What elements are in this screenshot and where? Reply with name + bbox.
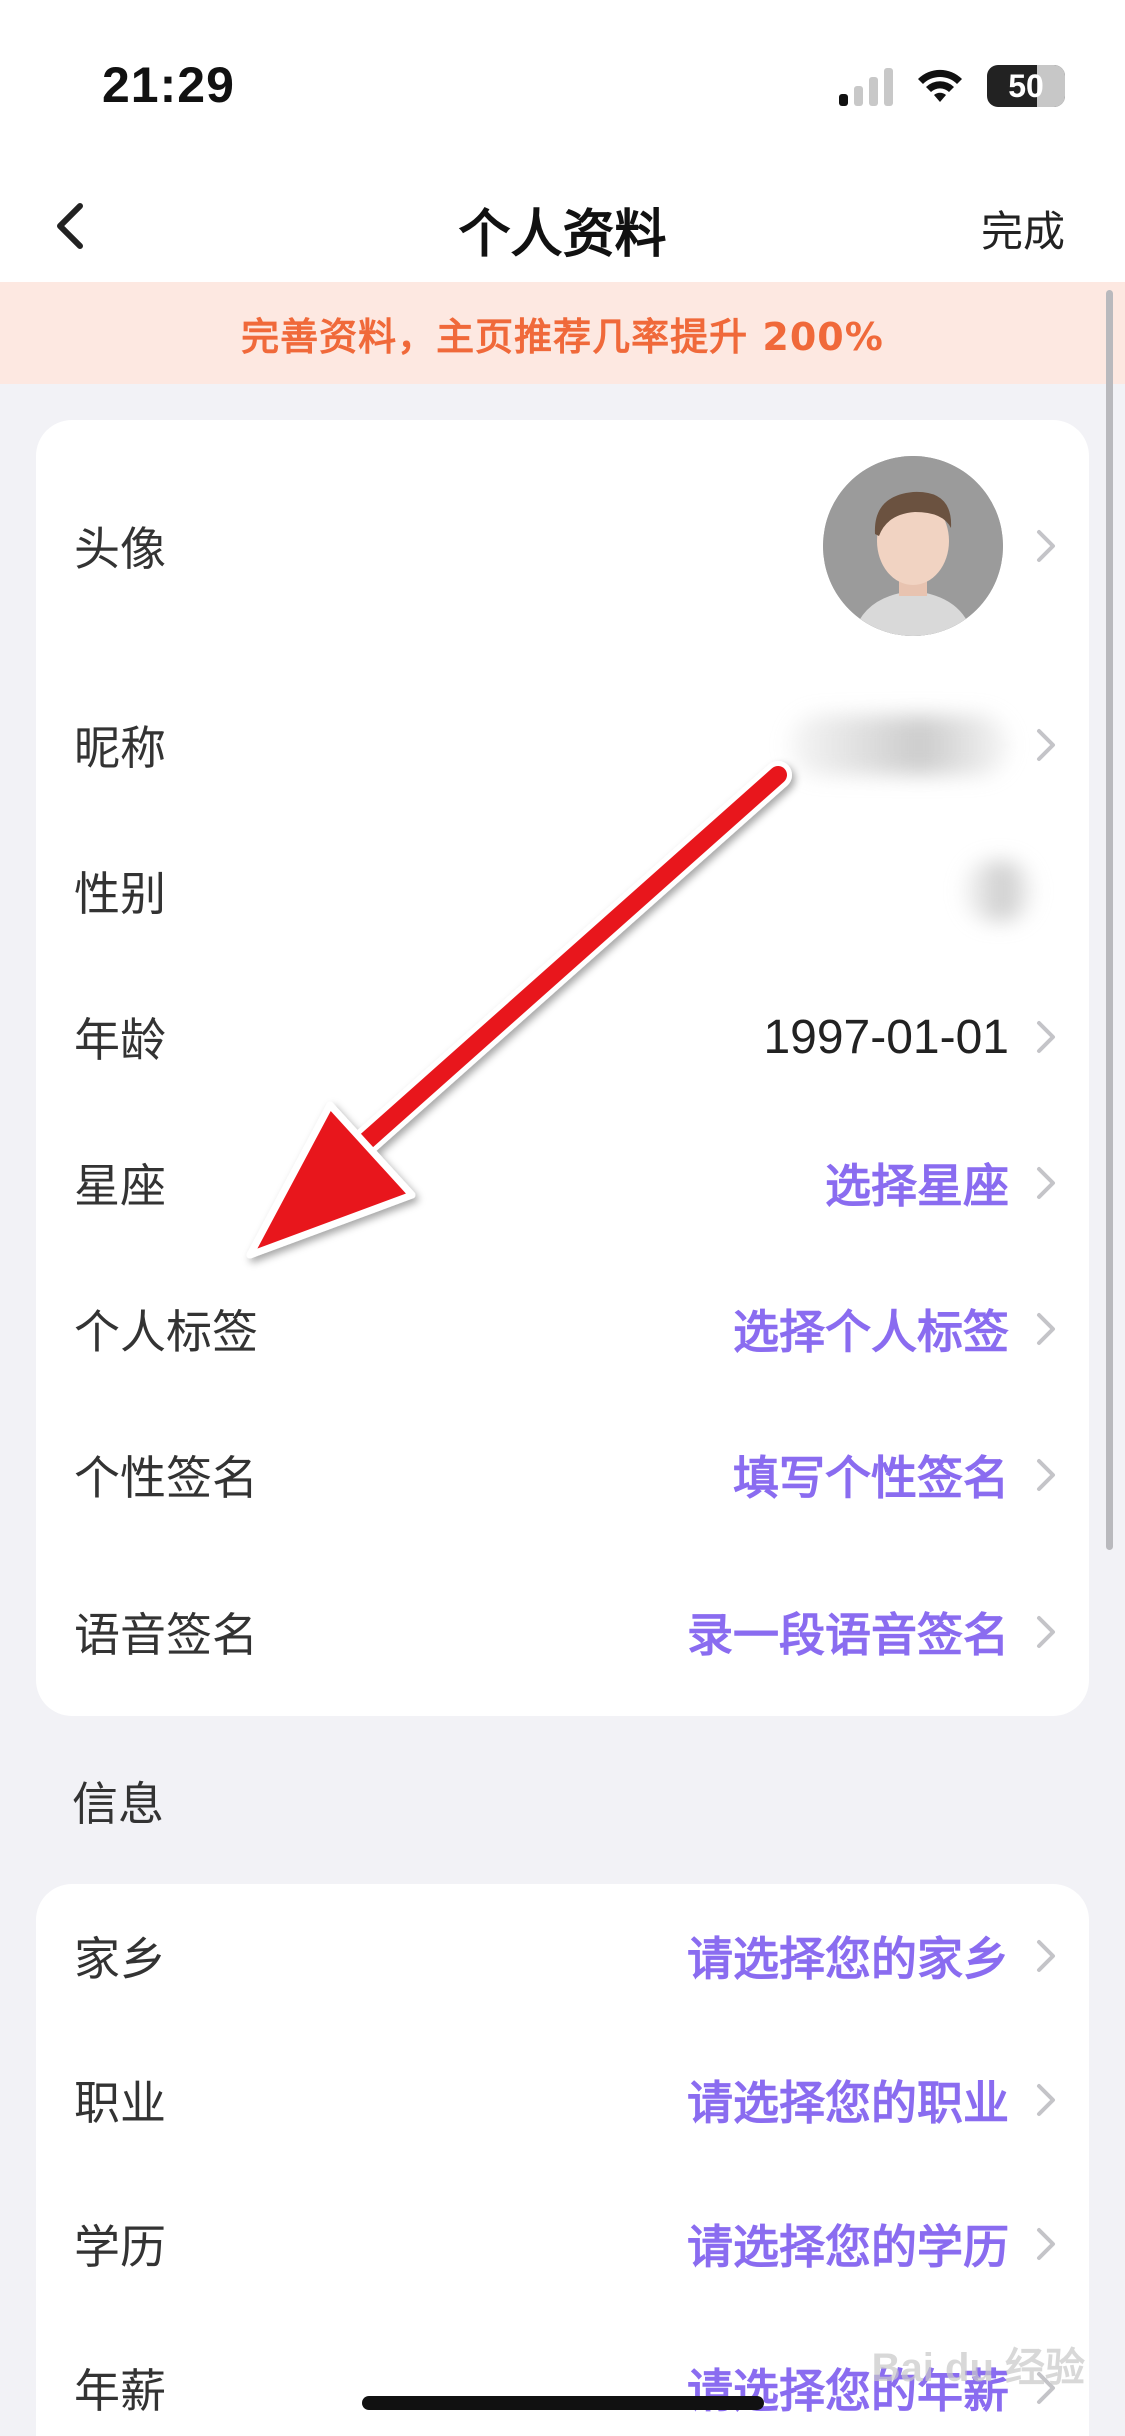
education-row[interactable]: 学历 请选择您的学历 [36,2172,1089,2316]
row-label: 星座 [74,1159,166,1213]
nickname-value-blurred [789,715,1009,775]
gender-row[interactable]: 性别 [36,818,1089,964]
chevron-right-icon [1037,1313,1055,1345]
done-button[interactable]: 完成 [981,198,1065,259]
chevron-right-icon [1037,1940,1055,1972]
row-label: 学历 [74,2220,166,2274]
zodiac-row[interactable]: 星座 选择星座 [36,1110,1089,1256]
row-label: 昵称 [74,721,166,775]
basic-profile-card: 头像 昵称 性别 年龄 1997-01-01 星座 选择星座 个人标签 选择个人… [36,420,1089,1716]
gender-value-blurred [963,861,1033,921]
voice-signature-row[interactable]: 语音签名 录一段语音签名 [36,1548,1089,1716]
chevron-right-icon [1037,530,1055,562]
promo-text: 完善资料，主页推荐几率提升 200% [241,314,884,359]
row-value: 录一段语音签名 [687,1608,1009,1662]
row-value: 请选择您的学历 [687,2220,1009,2274]
status-bar: 21:29 50 [0,0,1125,170]
page-title: 个人资料 [458,205,667,265]
row-label: 年龄 [74,1013,166,1067]
row-label: 家乡 [74,1932,166,1986]
watermark: Bai du 经验 [871,2346,1085,2390]
chevron-right-icon [1037,1616,1055,1648]
row-label: 语音签名 [74,1608,258,1662]
avatar [823,456,1003,636]
row-value: 填写个性签名 [733,1451,1009,1505]
avatar-row[interactable]: 头像 [36,420,1089,672]
battery-icon: 50 [987,65,1065,107]
signature-row[interactable]: 个性签名 填写个性签名 [36,1402,1089,1548]
chevron-right-icon [1037,1021,1055,1053]
row-value: 选择星座 [825,1159,1009,1213]
row-label: 性别 [74,867,166,921]
chevron-right-icon [1037,2084,1055,2116]
chevron-right-icon [1037,1459,1055,1491]
status-time: 21:29 [102,57,235,113]
status-icons: 50 [839,62,1065,110]
age-row[interactable]: 年龄 1997-01-01 [36,964,1089,1110]
row-value: 1997-01-01 [763,1010,1009,1064]
nickname-row[interactable]: 昵称 [36,672,1089,818]
row-label: 职业 [74,2076,166,2130]
cellular-signal-icon [839,66,893,106]
row-value: 请选择您的职业 [687,2076,1009,2130]
battery-level: 50 [1008,67,1044,104]
home-indicator[interactable] [362,2396,764,2410]
row-value: 请选择您的家乡 [687,1932,1009,1986]
hometown-row[interactable]: 家乡 请选择您的家乡 [36,1884,1089,2028]
occupation-row[interactable]: 职业 请选择您的职业 [36,2028,1089,2172]
personal-tags-row[interactable]: 个人标签 选择个人标签 [36,1256,1089,1402]
chevron-right-icon [1037,729,1055,761]
wifi-icon [918,69,962,102]
chevron-right-icon [1037,2228,1055,2260]
nav-bar: 个人资料 完成 [0,170,1125,282]
chevron-right-icon [1037,1167,1055,1199]
row-label: 年薪 [74,2364,166,2418]
row-label: 个人标签 [74,1305,258,1359]
row-label: 个性签名 [74,1451,258,1505]
avatar-image [823,456,1003,636]
section-title-info: 信息 [72,1777,164,1831]
scrollbar[interactable] [1106,290,1113,1550]
row-value: 选择个人标签 [733,1305,1009,1359]
promo-banner: 完善资料，主页推荐几率提升 200% [0,282,1125,384]
row-label: 头像 [74,522,166,576]
